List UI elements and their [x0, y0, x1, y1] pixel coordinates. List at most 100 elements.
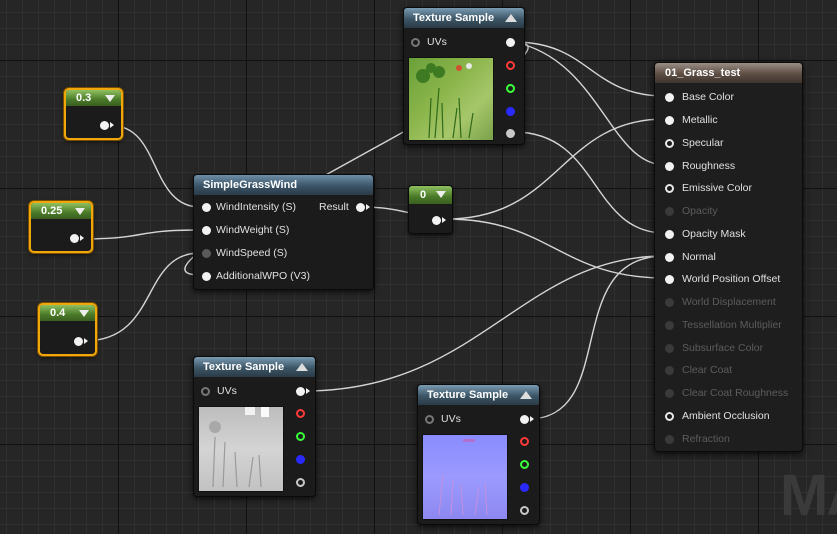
normal-pin[interactable]	[665, 253, 674, 262]
alpha-output-pin[interactable]	[520, 506, 529, 515]
texture-sample-node-normal[interactable]: Texture Sample UVs	[417, 384, 540, 525]
constant-output-pin[interactable]	[100, 121, 109, 130]
refraction-label: Refraction	[682, 433, 730, 445]
constant-header[interactable]: 0.3	[66, 90, 121, 106]
texture-sample-header[interactable]: Texture Sample	[404, 8, 524, 28]
blue-output-pin[interactable]	[296, 455, 305, 464]
wind-intensity-input-pin[interactable]	[202, 203, 211, 212]
metallic-pin[interactable]	[665, 116, 674, 125]
constant-output-pin[interactable]	[74, 337, 83, 346]
opacity-mask-pin[interactable]	[665, 230, 674, 239]
constant-value: 0	[420, 189, 427, 201]
collapse-arrow-icon[interactable]	[296, 363, 308, 371]
red-output-pin[interactable]	[506, 61, 515, 70]
clear-coat-roughness-label: Clear Coat Roughness	[682, 387, 789, 399]
texture-thumbnail-normal-map	[422, 434, 508, 520]
wind-speed-input-pin[interactable]	[202, 249, 211, 258]
normal-map-texture-image	[438, 439, 488, 516]
result-label: Result	[319, 201, 349, 213]
alpha-output-pin[interactable]	[296, 478, 305, 487]
constant-zero-node[interactable]: 0	[408, 185, 453, 234]
wind-weight-label: WindWeight (S)	[216, 224, 290, 236]
red-output-pin[interactable]	[296, 409, 305, 418]
refraction-pin	[665, 435, 674, 444]
node-title: Texture Sample	[413, 12, 495, 24]
texture-sample-header[interactable]: Texture Sample	[418, 385, 539, 405]
wire-const03-intensity	[112, 125, 201, 208]
green-output-pin[interactable]	[296, 432, 305, 441]
wire-tex3-wpo	[527, 255, 666, 420]
tessellation-multiplier-pin	[665, 321, 674, 330]
constant-header[interactable]: 0	[409, 186, 452, 204]
world-position-offset-label: World Position Offset	[682, 273, 781, 285]
collapse-arrow-icon[interactable]	[79, 310, 89, 317]
wind-intensity-label: WindIntensity (S)	[216, 201, 296, 213]
output-arrow-icon	[442, 217, 446, 223]
output-arrow-icon	[80, 235, 84, 241]
output-arrow-icon	[306, 388, 310, 394]
collapse-arrow-icon[interactable]	[436, 191, 446, 198]
constant-output-pin[interactable]	[432, 216, 441, 225]
constant-output-pin[interactable]	[70, 234, 79, 243]
constant-node-2[interactable]: 0.25	[29, 201, 93, 253]
clear-coat-roughness-pin	[665, 389, 674, 398]
function-header[interactable]: SimpleGrassWind	[194, 175, 373, 195]
base-color-label: Base Color	[682, 91, 734, 103]
collapse-arrow-icon[interactable]	[75, 208, 85, 215]
blue-output-pin[interactable]	[520, 483, 529, 492]
rgb-output-pin[interactable]	[506, 38, 515, 47]
world-displacement-pin	[665, 298, 674, 307]
constant-node-1[interactable]: 0.3	[64, 88, 123, 140]
output-arrow-icon	[84, 338, 88, 344]
texture-sample-node-left[interactable]: Texture Sample UVs	[193, 356, 316, 497]
roughness-label: Roughness	[682, 160, 736, 172]
constant-header[interactable]: 0.25	[31, 203, 91, 219]
uvs-input-pin[interactable]	[201, 387, 210, 396]
opacity-mask-label: Opacity Mask	[682, 228, 746, 240]
roughness-pin[interactable]	[665, 162, 674, 171]
normal-label: Normal	[682, 251, 716, 263]
ambient-occlusion-pin[interactable]	[665, 412, 674, 421]
constant-header[interactable]: 0.4	[40, 305, 95, 321]
subsurface-color-label: Subsurface Color	[682, 342, 764, 354]
ambient-occlusion-label: Ambient Occlusion	[682, 410, 770, 422]
uvs-label: UVs	[441, 413, 461, 425]
green-output-pin[interactable]	[506, 84, 515, 93]
collapse-arrow-icon[interactable]	[520, 391, 532, 399]
material-header[interactable]: 01_Grass_test	[655, 63, 802, 83]
material-output-node[interactable]: 01_Grass_test Base Color Metallic Specul…	[654, 62, 803, 452]
rgb-output-pin[interactable]	[520, 415, 529, 424]
blue-output-pin[interactable]	[506, 107, 515, 116]
collapse-arrow-icon[interactable]	[105, 95, 115, 102]
wind-weight-input-pin[interactable]	[202, 226, 211, 235]
simple-grass-wind-node[interactable]: SimpleGrassWind WindIntensity (S) WindWe…	[193, 174, 374, 290]
red-output-pin[interactable]	[520, 437, 529, 446]
wire-zero-wpo	[445, 218, 666, 279]
texture-sample-node-top[interactable]: Texture Sample UVs	[403, 7, 525, 145]
green-output-pin[interactable]	[520, 460, 529, 469]
subsurface-color-pin	[665, 344, 674, 353]
emissive-color-pin[interactable]	[665, 184, 674, 193]
wire-tex1-alpha-opacitymask	[513, 131, 666, 234]
uvs-input-pin[interactable]	[425, 415, 434, 424]
node-title: Texture Sample	[203, 361, 285, 373]
rgb-output-pin[interactable]	[296, 387, 305, 396]
result-output-pin[interactable]	[356, 203, 365, 212]
base-color-pin[interactable]	[665, 93, 674, 102]
collapse-arrow-icon[interactable]	[505, 14, 517, 22]
grayscale-texture-image	[209, 407, 269, 488]
alpha-output-pin[interactable]	[506, 129, 515, 138]
output-arrow-icon	[110, 122, 114, 128]
world-position-offset-pin[interactable]	[665, 275, 674, 284]
specular-pin[interactable]	[665, 139, 674, 148]
texture-sample-header[interactable]: Texture Sample	[194, 357, 315, 377]
texture-thumbnail-grass	[408, 57, 494, 141]
uvs-input-pin[interactable]	[411, 38, 420, 47]
texture-thumbnail-grayscale	[198, 406, 284, 492]
wire-tex1-roughness	[513, 41, 666, 166]
constant-value: 0.3	[76, 92, 92, 104]
wire-const025-weight	[79, 229, 201, 240]
opacity-pin	[665, 207, 674, 216]
additional-wpo-input-pin[interactable]	[202, 272, 211, 281]
constant-node-3[interactable]: 0.4	[38, 303, 97, 356]
